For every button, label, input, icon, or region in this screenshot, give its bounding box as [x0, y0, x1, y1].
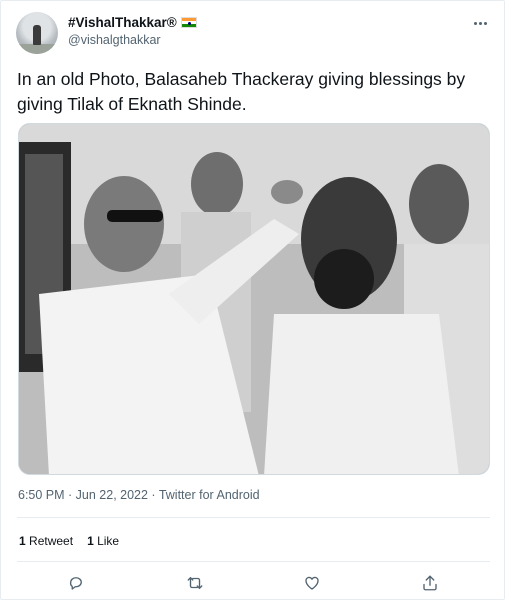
tweet-actions: [1, 569, 506, 597]
retweet-icon: [187, 577, 203, 589]
likes-count: 1: [87, 534, 94, 548]
retweets-stat[interactable]: 1 Retweet: [19, 534, 73, 548]
tweet-photo[interactable]: [18, 123, 490, 475]
heart-icon: [305, 576, 319, 590]
author-handle[interactable]: @vishalgthakkar: [68, 33, 161, 47]
author-name-row[interactable]: #VishalThakkar®: [68, 15, 197, 30]
divider: [17, 517, 490, 518]
tweet-text: In an old Photo, Balasaheb Thackeray giv…: [17, 69, 466, 114]
retweets-label: Retweet: [29, 534, 74, 548]
tweet-stats: 1 Retweet 1 Like: [19, 534, 119, 548]
more-options-icon[interactable]: [471, 16, 489, 30]
share-button[interactable]: [416, 569, 444, 597]
india-flag-icon: [180, 17, 197, 28]
reply-button[interactable]: [62, 569, 90, 597]
avatar-figure: [33, 25, 41, 45]
avatar-ground: [16, 44, 58, 54]
like-button[interactable]: [298, 569, 326, 597]
tweet-photo-image: [19, 124, 489, 474]
likes-stat[interactable]: 1 Like: [87, 534, 119, 548]
avatar[interactable]: [16, 12, 58, 54]
tweet-timestamp[interactable]: 6:50 PM · Jun 22, 2022 · Twitter for And…: [18, 488, 260, 502]
likes-label: Like: [97, 534, 120, 548]
reply-icon: [69, 577, 82, 590]
author-display-name[interactable]: #VishalThakkar®: [68, 15, 177, 30]
share-icon: [423, 575, 437, 591]
retweets-count: 1: [19, 534, 26, 548]
retweet-button[interactable]: [181, 569, 209, 597]
tweet-card: #VishalThakkar® @vishalgthakkar In an ol…: [0, 0, 505, 600]
divider: [17, 561, 490, 562]
